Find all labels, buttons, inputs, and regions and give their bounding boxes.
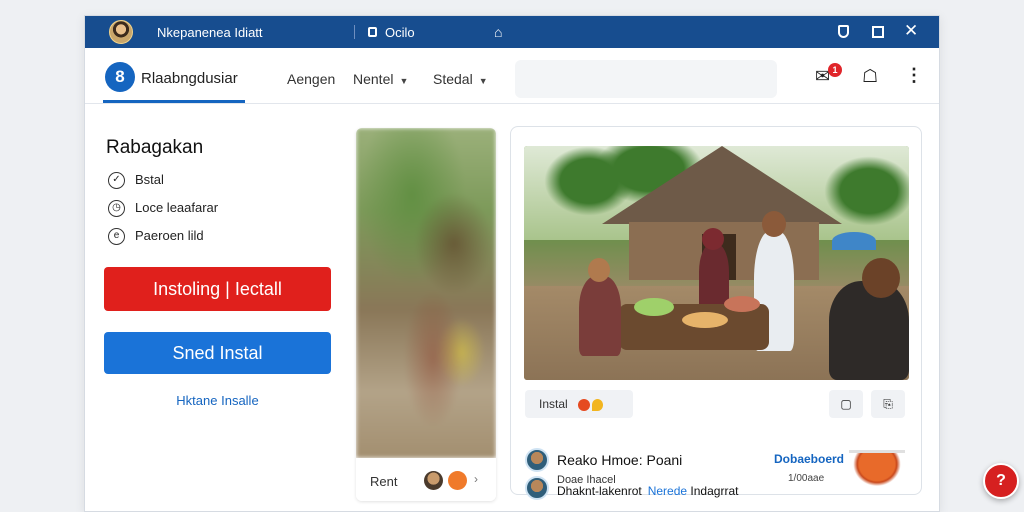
search-input[interactable] [515, 60, 777, 98]
avatar[interactable] [424, 471, 443, 490]
title-bar: Nkepanenea Idiatt Ocilo ⌂ ✕ [85, 16, 939, 48]
shield-icon[interactable] [838, 25, 849, 38]
nav-item-stedal[interactable]: Stedal ▼ [433, 71, 488, 87]
check-circle-icon: ✓ [108, 172, 125, 190]
title-divider [354, 25, 355, 39]
brand-logo-icon[interactable]: 8 [105, 62, 135, 92]
help-fab-button[interactable]: ? [983, 463, 1019, 499]
option-label: Loce leaafarar [135, 200, 219, 215]
chevron-down-icon: ▼ [478, 76, 488, 86]
info-circle-icon: e [108, 228, 125, 246]
mention-link[interactable]: Nerede [648, 484, 687, 498]
active-tab-indicator [103, 100, 245, 103]
nav-item-label: Stedal [433, 71, 473, 87]
preview-card[interactable]: Rent › [356, 128, 496, 501]
preview-label: Rent [370, 474, 398, 489]
maximize-icon[interactable] [872, 26, 884, 38]
option-label: Paeroen lild [135, 228, 204, 243]
home-icon[interactable]: ⌂ [494, 24, 502, 40]
notification-badge: 1 [828, 63, 842, 77]
tomato-icon [577, 398, 590, 411]
chip-label: Instal [539, 397, 568, 411]
nav-item-aengen[interactable]: Aengen [287, 71, 335, 87]
preview-footer: Rent › [356, 458, 496, 501]
chevron-down-icon: ▼ [399, 76, 409, 86]
commenter-name[interactable]: Dhaknt-lakenrot [557, 484, 642, 498]
emoji-icon[interactable] [448, 471, 467, 490]
profile-icon[interactable]: ☖ [862, 66, 878, 87]
author-name[interactable]: Reako Hmoe: Poani [557, 452, 682, 468]
nav-item-label: Aengen [287, 71, 336, 87]
avatar[interactable] [525, 448, 549, 472]
meta-count: 1/00aae [788, 473, 825, 484]
install-link[interactable]: Hktane Insalle [104, 393, 331, 408]
kebab-menu-icon[interactable]: ⋮ [905, 65, 923, 86]
brand-name[interactable]: Rlaabngdusiar [141, 70, 238, 87]
option-item[interactable]: e Paeroen lild [108, 228, 204, 246]
nav-item-label: Nentel [353, 71, 394, 87]
panel-title: Rabagakan [106, 137, 204, 158]
food-thumbnail[interactable] [849, 450, 905, 490]
comment-button[interactable]: ▢ [829, 390, 863, 418]
tab-label[interactable]: Ocilo [385, 25, 415, 40]
comment-text: Indagrrat [690, 484, 739, 498]
tab-icon[interactable] [368, 27, 377, 37]
option-item[interactable]: ✓ Bstal [108, 172, 164, 190]
dashboard-link[interactable]: Dobaeboerd [774, 452, 844, 466]
install-button[interactable]: Instoling | Iectall [104, 267, 331, 311]
share-button[interactable]: ⎘ [871, 390, 905, 418]
close-icon[interactable]: ✕ [904, 21, 918, 41]
market-photo[interactable] [524, 146, 909, 380]
send-install-button[interactable]: Sned Instal [104, 332, 331, 374]
option-item[interactable]: ◷ Loce leaafarar [108, 200, 219, 218]
post-card: Instal ▢ ⎘ Reako Hmoe: Poani Dobaeboerd … [510, 126, 922, 500]
avatar[interactable] [109, 20, 133, 44]
clock-icon: ◷ [108, 200, 125, 218]
comment-line: Dhaknt-lakenrot Nerede Indagrrat [557, 484, 738, 498]
app-window: Nkepanenea Idiatt Ocilo ⌂ ✕ 8 Rlaabngdus… [84, 15, 940, 512]
balloon-icon [591, 398, 603, 411]
option-label: Bstal [135, 172, 164, 187]
avatar[interactable] [525, 476, 549, 500]
preview-photo [356, 128, 496, 458]
nav-bar: 8 Rlaabngdusiar Aengen Nentel ▼ Stedal ▼ ✉… [85, 48, 939, 104]
nav-item-nentel[interactable]: Nentel ▼ [353, 71, 408, 87]
window-title: Nkepanenea Idiatt [157, 25, 263, 40]
install-chip[interactable]: Instal [525, 390, 633, 418]
chevron-right-icon[interactable]: › [474, 472, 478, 486]
